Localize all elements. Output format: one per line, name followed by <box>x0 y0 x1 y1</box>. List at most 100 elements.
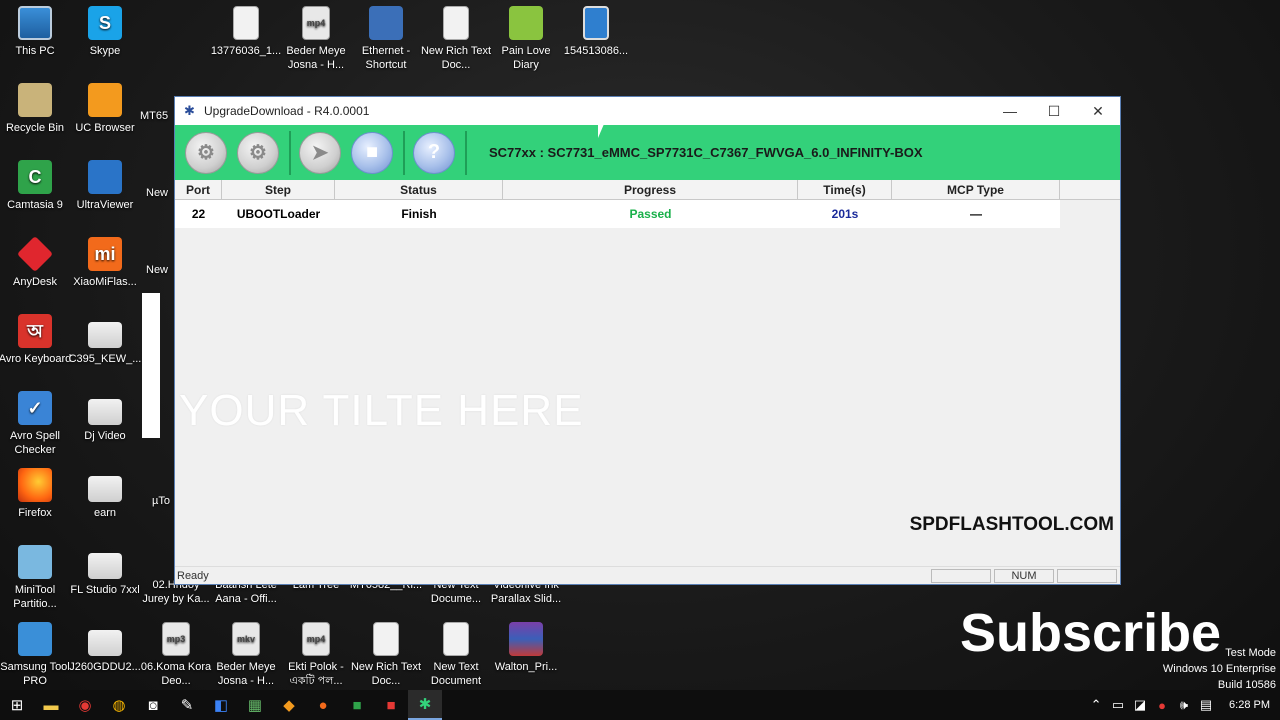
stop-icon: ■ <box>365 141 379 163</box>
taskbar-upgrade-download[interactable]: ✱ <box>408 690 442 720</box>
uc-browser-icon <box>88 83 122 117</box>
desktop-icon-camtasia[interactable]: C Camtasia 9 <box>0 160 72 212</box>
desktop-icon-new-text-doc-2[interactable]: New Text Document <box>419 622 493 688</box>
taskbar-app[interactable]: ◧ <box>204 690 238 720</box>
desktop-icon-label: Beder Meye Josna - H... <box>286 45 346 71</box>
toolbar-separator <box>465 130 467 175</box>
mp4-icon: mp4 <box>302 6 330 40</box>
title-bar[interactable]: ✱ UpgradeDownload - R4.0.0001 — ☐ ✕ <box>175 97 1120 125</box>
volume-icon[interactable]: 🕪 <box>1173 697 1195 713</box>
close-button[interactable]: ✕ <box>1076 97 1120 125</box>
column-header-time[interactable]: Time(s) <box>798 180 892 199</box>
taskbar-app[interactable]: ◙ <box>136 690 170 720</box>
text-document-icon <box>443 622 469 656</box>
table-row[interactable]: 22 UBOOTLoader Finish Passed 201s — <box>175 200 1060 228</box>
desktop-icon-avro-spell[interactable]: ✓ Avro Spell Checker <box>0 391 72 457</box>
folder-icon <box>88 630 122 656</box>
desktop-icon-firefox[interactable]: Firefox <box>0 468 72 520</box>
grid-body: 22 UBOOTLoader Finish Passed 201s — YOUR… <box>175 200 1120 542</box>
desktop-icon-earn[interactable]: earn <box>68 468 142 520</box>
desktop-icon-pain-love[interactable]: Pain Love Diary <box>489 6 563 72</box>
chrome-icon: ◍ <box>112 697 126 714</box>
taskbar-mi[interactable]: ● <box>306 690 340 720</box>
taskbar-app[interactable]: ◉ <box>68 690 102 720</box>
taskbar-app[interactable]: ✎ <box>170 690 204 720</box>
desktop-icon-label: Walton_Pri... <box>494 661 558 673</box>
desktop-icon-label: New Rich Text Doc... <box>420 45 492 71</box>
taskbar-clock[interactable]: 6:28 PM <box>1229 699 1270 711</box>
network-icon[interactable]: ▭ <box>1107 697 1129 713</box>
desktop-icon-uc-browser[interactable]: UC Browser <box>68 83 142 135</box>
folder-icon <box>88 553 122 579</box>
minitool-icon <box>18 545 52 579</box>
ultraviewer-icon <box>88 160 122 194</box>
desktop-icon-new-rich-text-2[interactable]: New Rich Text Doc... <box>349 622 423 688</box>
start-button[interactable]: ➤ <box>299 131 341 174</box>
taskbar-file-explorer[interactable]: ▬ <box>34 690 68 720</box>
column-header-step[interactable]: Step <box>222 180 335 199</box>
desktop-icon-samsung-tool[interactable]: Samsung Tool PRO <box>0 622 72 688</box>
chevron-up-icon[interactable]: ⌃ <box>1085 697 1107 713</box>
desktop-icon-avro-keyboard[interactable]: অ Avro Keyboard <box>0 314 72 366</box>
num-lock-indicator: NUM <box>994 568 1054 583</box>
taskbar-uc-browser[interactable]: ◆ <box>272 690 306 720</box>
minimize-button[interactable]: — <box>988 97 1032 125</box>
desktop-icon-c395[interactable]: C395_KEW_... <box>68 314 142 366</box>
column-header-status[interactable]: Status <box>335 180 503 199</box>
mp4-icon: mp4 <box>302 622 330 656</box>
cell-time: 201s <box>831 207 859 221</box>
stop-button[interactable]: ■ <box>351 131 393 174</box>
avro-icon: অ <box>18 314 52 348</box>
m-app-icon[interactable]: ● <box>1151 698 1173 713</box>
help-button[interactable]: ? <box>413 131 455 174</box>
desktop-icon-label: New <box>146 264 169 276</box>
settings-button[interactable]: ⚙ <box>237 131 279 174</box>
taskbar-chrome[interactable]: ◍ <box>102 690 136 720</box>
maximize-button[interactable]: ☐ <box>1032 97 1076 125</box>
action-center-icon[interactable]: ▤ <box>1195 697 1217 713</box>
desktop-icon-dj-video[interactable]: Dj Video <box>68 391 142 443</box>
anydesk-icon <box>16 235 54 273</box>
desktop-icon-anydesk[interactable]: AnyDesk <box>0 235 72 289</box>
site-watermark: SPDFLASHTOOL.COM <box>909 514 1114 535</box>
column-header-progress[interactable]: Progress <box>503 180 798 199</box>
desktop-icon-minitool[interactable]: MiniTool Partitio... <box>0 545 72 611</box>
desktop-icon-beder-meye[interactable]: mp4 Beder Meye Josna - H... <box>279 6 353 72</box>
desktop-icon-label: New <box>146 187 169 199</box>
uc-browser-icon: ◆ <box>283 697 295 714</box>
desktop-icon-koma-kora[interactable]: mp3 06.Koma Kora Deo... <box>139 622 213 688</box>
desktop-icon-recycle-bin[interactable]: Recycle Bin <box>0 83 72 135</box>
folder-icon <box>88 399 122 425</box>
desktop-icon-ultraviewer[interactable]: UltraViewer <box>68 160 142 212</box>
tray-app-icon[interactable]: ◪ <box>1129 697 1151 713</box>
desktop-icon-utorrent[interactable]: µTo <box>152 494 176 508</box>
start-button-windows[interactable]: ⊞ <box>0 690 34 720</box>
red-app-icon: ■ <box>386 696 396 714</box>
taskbar-camtasia[interactable]: ■ <box>340 690 374 720</box>
desktop-icon-this-pc[interactable]: This PC <box>0 6 72 58</box>
desktop-icon-new-rich-text[interactable]: New Rich Text Doc... <box>419 6 493 72</box>
desktop-icon-new-2[interactable]: New <box>146 263 176 277</box>
column-header-mcp-type[interactable]: MCP Type <box>892 180 1060 199</box>
desktop-icon-beder-meye-2[interactable]: mkv Beder Meye Josna - H... <box>209 622 283 688</box>
desktop-icon-ethernet[interactable]: Ethernet - Shortcut <box>349 6 423 72</box>
taskbar-app[interactable]: ▦ <box>238 690 272 720</box>
desktop-icon-154513086[interactable]: 154513086... <box>559 6 633 58</box>
desktop-icon-label: Camtasia 9 <box>7 199 63 211</box>
mouse-cursor <box>660 110 666 124</box>
pen-icon: ✎ <box>180 697 194 714</box>
desktop-icon-walton[interactable]: Walton_Pri... <box>489 622 563 674</box>
desktop-icon-new-1[interactable]: New <box>146 186 176 200</box>
desktop-icon-ekti-polok[interactable]: mp4 Ekti Polok - একটি পল... <box>279 622 353 688</box>
desktop-icon-fl-studio[interactable]: FL Studio 7xxl <box>68 545 142 597</box>
desktop-icon-label: 06.Koma Kora Deo... <box>140 661 212 687</box>
taskbar-app[interactable]: ■ <box>374 690 408 720</box>
desktop-icon-13776036[interactable]: 13776036_1... <box>209 6 283 58</box>
toolbar-separator <box>289 130 291 175</box>
column-header-port[interactable]: Port <box>175 180 222 199</box>
desktop-icon-xiaomiflash[interactable]: mi XiaoMiFlas... <box>68 237 142 289</box>
load-packet-button[interactable]: ⚙ <box>185 131 227 174</box>
spell-check-icon: ✓ <box>18 391 52 425</box>
desktop-icon-j260[interactable]: J260GDDU2... <box>68 622 142 674</box>
desktop-icon-skype[interactable]: S Skype <box>68 6 142 58</box>
